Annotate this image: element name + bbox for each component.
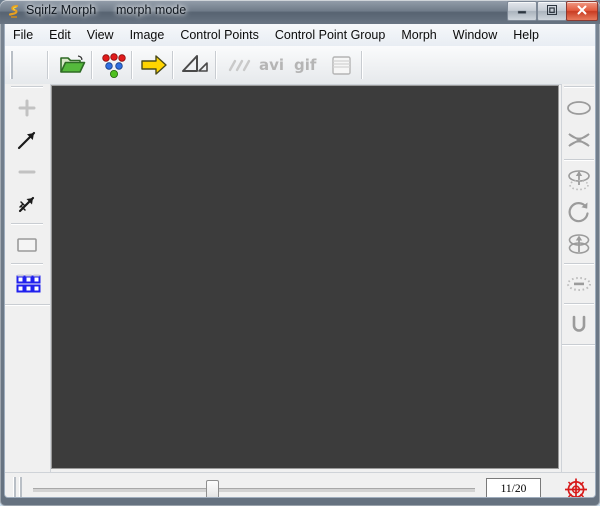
menu-item-window[interactable]: Window (445, 24, 505, 46)
rotate-clockwise-icon[interactable] (563, 196, 595, 228)
frame-slider-track[interactable] (33, 488, 475, 492)
palette-separator (564, 303, 594, 305)
crossed-ellipse-icon[interactable] (563, 124, 595, 156)
avi-export-label: avi (259, 56, 285, 74)
add-point-icon[interactable] (11, 92, 43, 124)
toolbar-separator (172, 51, 174, 79)
client-area: File Edit View Image Control Points Cont… (4, 24, 596, 498)
menu-bar: File Edit View Image Control Points Cont… (5, 24, 595, 64)
triangles-icon[interactable] (179, 49, 211, 81)
window-mode-label: morph mode (116, 3, 187, 17)
palette-separator (564, 86, 594, 88)
title-bar[interactable]: Sqirlz Morph morph mode (0, 0, 600, 24)
toolbar-separator (361, 51, 363, 79)
toolbar-separator (91, 51, 93, 79)
sqirlz-logo-icon[interactable] (6, 4, 22, 20)
move-all-points-icon[interactable] (11, 188, 43, 220)
menu-item-edit[interactable]: Edit (41, 24, 79, 46)
frame-control-bar: 11/20 (5, 472, 595, 497)
application-window: Sqirlz Morph morph mode File Edit View I… (0, 0, 600, 506)
open-folder-icon[interactable] (56, 49, 88, 81)
control-points-icon[interactable] (97, 49, 129, 81)
palette-separator (564, 159, 594, 161)
ellipse-vertical-arrow-icon[interactable] (563, 228, 595, 260)
palette-separator (562, 344, 595, 346)
palette-separator (11, 223, 43, 225)
menu-item-view[interactable]: View (79, 24, 122, 46)
menu-item-control-point-group[interactable]: Control Point Group (267, 24, 393, 46)
slashes-icon[interactable] (223, 49, 255, 81)
restore-button[interactable] (537, 1, 567, 21)
toolbar-grip[interactable] (10, 51, 13, 79)
bottombar-grip[interactable] (13, 477, 16, 497)
minimize-button[interactable] (507, 1, 537, 21)
remove-point-icon[interactable] (11, 156, 43, 188)
ellipse-up-arrow-dots-icon[interactable] (563, 164, 595, 196)
ellipse-icon[interactable] (563, 92, 595, 124)
frames-list-icon[interactable] (325, 49, 357, 81)
left-tool-palette (5, 84, 51, 472)
palette-separator (11, 86, 43, 88)
yellow-arrow-icon[interactable] (138, 49, 170, 81)
toolbar-separator (131, 51, 133, 79)
close-button[interactable] (566, 1, 598, 21)
rectangle-select-icon[interactable] (11, 228, 43, 260)
frame-slider[interactable] (29, 477, 479, 497)
menu-item-image[interactable]: Image (122, 24, 173, 46)
move-point-icon[interactable] (11, 124, 43, 156)
palette-separator (564, 263, 594, 265)
menu-item-file[interactable]: File (5, 24, 41, 46)
frame-number-input[interactable]: 11/20 (486, 478, 541, 497)
toolbar-separator (47, 51, 49, 79)
morph-canvas[interactable] (51, 85, 559, 469)
menu-item-help[interactable]: Help (505, 24, 547, 46)
right-tool-palette (561, 84, 595, 472)
bottombar-grip-secondary[interactable] (19, 477, 22, 497)
dotted-ellipse-icon[interactable] (563, 268, 595, 300)
gif-export-label: gif (294, 56, 317, 74)
palette-separator (11, 263, 43, 265)
frame-slider-thumb[interactable] (206, 480, 219, 497)
toolbar-separator (215, 51, 217, 79)
undo-u-icon[interactable] (563, 308, 595, 340)
target-crosshair-icon[interactable] (561, 475, 591, 497)
window-title: Sqirlz Morph (26, 3, 97, 17)
main-toolbar: avi gif (5, 46, 595, 85)
menu-item-control-points[interactable]: Control Points (172, 24, 267, 46)
frames-grid-icon[interactable] (11, 268, 43, 300)
menu-item-morph[interactable]: Morph (393, 24, 444, 46)
palette-separator (5, 304, 50, 306)
